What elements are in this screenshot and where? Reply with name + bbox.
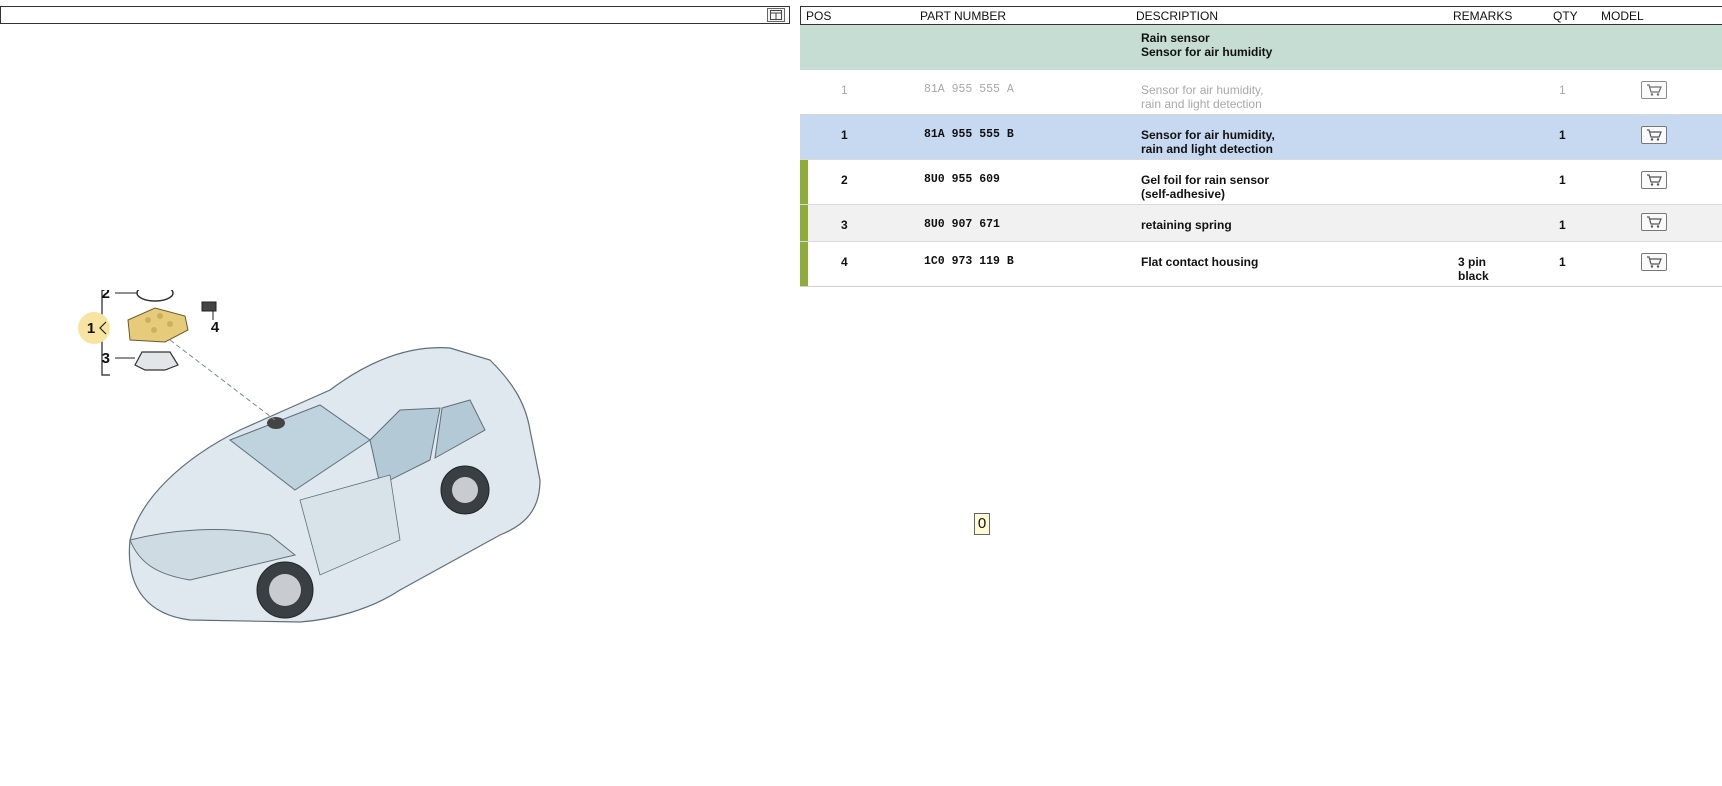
row-status-marker bbox=[800, 160, 808, 204]
layout-toggle-button[interactable] bbox=[767, 8, 785, 22]
cell-qty: 1 bbox=[1559, 218, 1566, 232]
add-to-cart-button[interactable] bbox=[1641, 213, 1667, 231]
cell-qty: 1 bbox=[1559, 128, 1566, 142]
cell-pos: 2 bbox=[841, 173, 848, 187]
cell-description: retaining spring bbox=[1141, 218, 1232, 232]
table-row[interactable]: 2 8U0 955 609 Gel foil for rain sensor (… bbox=[800, 160, 1722, 205]
description-line-1: Flat contact housing bbox=[1141, 255, 1259, 269]
cell-pos: 3 bbox=[841, 218, 848, 232]
cell-qty: 1 bbox=[1559, 255, 1566, 269]
diagram-toolbar bbox=[0, 6, 790, 24]
parts-table: POS PART NUMBER DESCRIPTION REMARKS QTY … bbox=[800, 6, 1722, 287]
page-indicator: 0 bbox=[974, 513, 990, 535]
description-line-1: Sensor for air humidity, bbox=[1141, 128, 1275, 142]
add-to-cart-button[interactable] bbox=[1641, 253, 1667, 271]
column-header-model[interactable]: MODEL bbox=[1601, 9, 1644, 23]
column-header-pos[interactable]: POS bbox=[806, 9, 831, 23]
shopping-cart-icon bbox=[1647, 174, 1662, 186]
cell-description: Flat contact housing bbox=[1141, 255, 1258, 269]
cell-description: Sensor for air humidity, rain and light … bbox=[1141, 128, 1275, 156]
column-header-qty[interactable]: QTY bbox=[1553, 9, 1578, 23]
add-to-cart-button[interactable] bbox=[1641, 171, 1667, 189]
table-header: POS PART NUMBER DESCRIPTION REMARKS QTY … bbox=[800, 6, 1722, 25]
cell-pos: 1 bbox=[841, 128, 848, 142]
group-title-line-2: Sensor for air humidity bbox=[1141, 45, 1273, 59]
add-to-cart-button[interactable] bbox=[1641, 126, 1667, 144]
callout-1[interactable]: 1 bbox=[87, 320, 95, 337]
cell-pos: 1 bbox=[841, 83, 848, 97]
column-header-description[interactable]: DESCRIPTION bbox=[1136, 9, 1218, 23]
cell-part-number[interactable]: 8U0 907 671 bbox=[924, 218, 1000, 232]
table-row-selected[interactable]: 1 81A 955 555 B Sensor for air humidity,… bbox=[800, 115, 1722, 160]
table-row[interactable]: 4 1C0 973 119 B Flat contact housing 3 p… bbox=[800, 242, 1722, 287]
callout-3[interactable]: 3 bbox=[102, 350, 110, 367]
table-row[interactable]: 1 81A 955 555 A Sensor for air humidity,… bbox=[800, 70, 1722, 115]
shopping-cart-icon bbox=[1647, 129, 1662, 141]
cell-qty: 1 bbox=[1559, 83, 1566, 97]
group-title: Rain sensor Sensor for air humidity bbox=[1141, 31, 1272, 59]
parts-diagram: 2 1 4 3 bbox=[70, 279, 570, 670]
callout-2[interactable]: 2 bbox=[102, 285, 110, 302]
cell-part-number[interactable]: 1C0 973 119 B bbox=[924, 255, 1014, 269]
shopping-cart-icon bbox=[1647, 256, 1662, 268]
shopping-cart-icon bbox=[1647, 84, 1662, 96]
description-line-1: Sensor for air humidity, bbox=[1141, 83, 1264, 97]
description-line-2: rain and light detection bbox=[1141, 97, 1262, 111]
cell-remarks: 3 pin black bbox=[1458, 255, 1489, 283]
cell-description: Sensor for air humidity, rain and light … bbox=[1141, 83, 1264, 111]
description-line-1: retaining spring bbox=[1141, 218, 1232, 232]
table-row[interactable]: 3 8U0 907 671 retaining spring 1 bbox=[800, 205, 1722, 242]
cell-qty: 1 bbox=[1559, 173, 1566, 187]
cell-part-number[interactable]: 81A 955 555 A bbox=[924, 83, 1014, 97]
remarks-line-1: 3 pin bbox=[1458, 255, 1487, 269]
exploded-view-drawing: 2 1 4 3 bbox=[78, 279, 541, 623]
group-title-line-1: Rain sensor bbox=[1141, 31, 1210, 45]
remarks-line-2: black bbox=[1458, 269, 1489, 283]
shopping-cart-icon bbox=[1647, 216, 1662, 228]
description-line-2: (self-adhesive) bbox=[1141, 187, 1226, 201]
callout-4[interactable]: 4 bbox=[211, 319, 220, 336]
group-header-row: Rain sensor Sensor for air humidity bbox=[800, 25, 1722, 70]
column-header-part-number[interactable]: PART NUMBER bbox=[920, 9, 1006, 23]
layout-toggle-icon bbox=[770, 10, 782, 20]
description-line-1: Gel foil for rain sensor bbox=[1141, 173, 1270, 187]
cell-part-number[interactable]: 8U0 955 609 bbox=[924, 173, 1000, 187]
cell-part-number[interactable]: 81A 955 555 B bbox=[924, 128, 1014, 142]
cell-description: Gel foil for rain sensor (self-adhesive) bbox=[1141, 173, 1269, 201]
cell-pos: 4 bbox=[841, 255, 848, 269]
description-line-2: rain and light detection bbox=[1141, 142, 1274, 156]
add-to-cart-button[interactable] bbox=[1641, 81, 1667, 99]
row-status-marker bbox=[800, 242, 808, 286]
column-header-remarks[interactable]: REMARKS bbox=[1453, 9, 1512, 23]
car-illustration bbox=[128, 347, 541, 623]
row-status-marker bbox=[800, 205, 808, 241]
